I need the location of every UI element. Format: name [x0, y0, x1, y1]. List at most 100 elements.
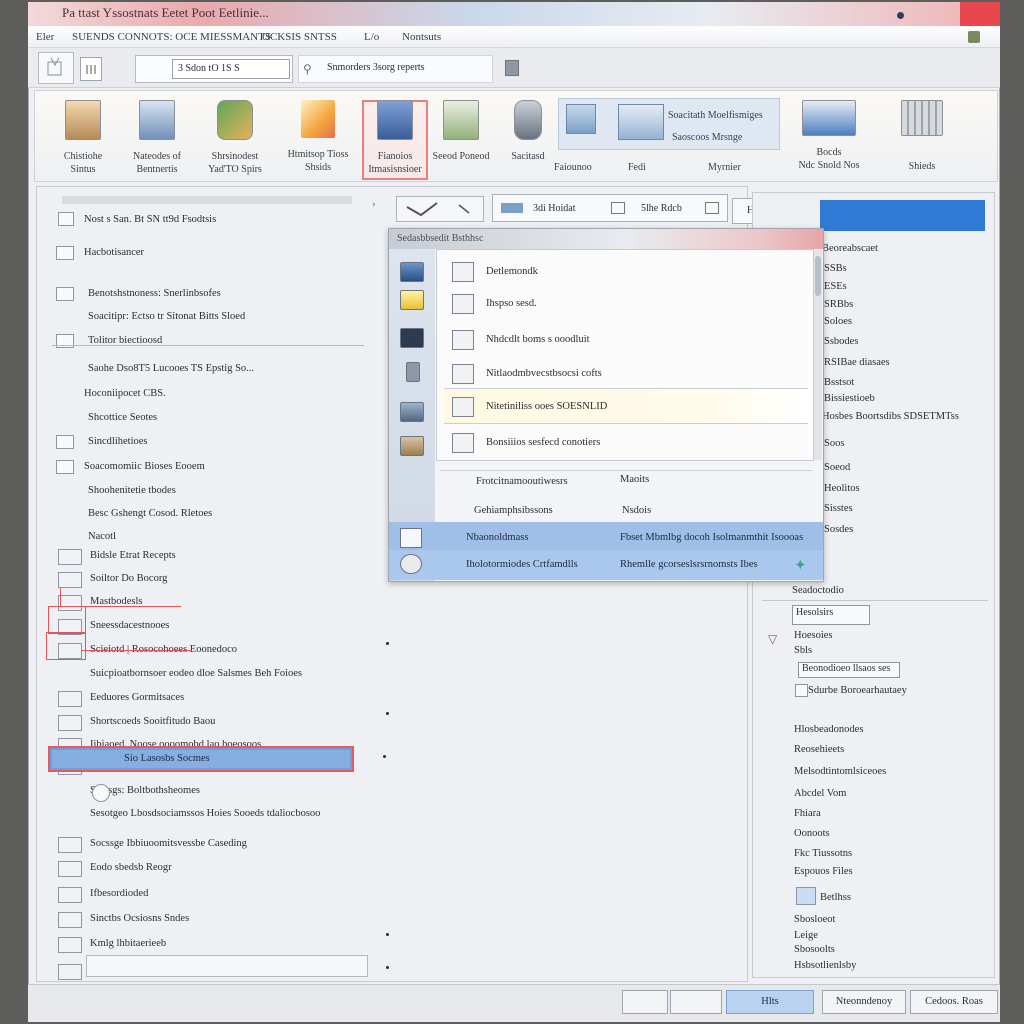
menu-options-icon[interactable] [968, 31, 980, 43]
properties-field[interactable]: Hesolsirs [792, 605, 870, 625]
popup-list-item[interactable]: Nitetiniliss ooes SOESNLID [486, 401, 607, 412]
popup-row-right[interactable]: Maoits [620, 474, 649, 485]
popup-row-right[interactable]: Nsdois [622, 505, 651, 516]
tree-item[interactable]: Shoohenitetie tbodes [88, 485, 176, 496]
tree-item[interactable]: Hoconiipocet CBS. [84, 388, 166, 399]
property-row[interactable]: Fhiara [794, 808, 821, 819]
tree-item[interactable]: Besc Gshengt Cosod. Rletoes [88, 508, 212, 519]
dependency-button[interactable]: Nteonndenoy [822, 990, 906, 1014]
ribbon-group-sublabel[interactable]: Saoscoos Mrsnge [672, 132, 742, 143]
tree-item[interactable]: Bidsle Etrat Recepts [90, 550, 176, 561]
property-row[interactable]: Hlosbeadonodes [794, 724, 863, 735]
menu-item-notes[interactable]: Nontsuts [402, 31, 441, 43]
tree-item[interactable]: Shortscoeds Sooitfitudo Baou [90, 716, 215, 727]
close-button[interactable] [960, 2, 1000, 26]
popup-list-item[interactable]: Nitlaodmbvecstbsocsi cofts [486, 368, 602, 379]
sidebar-blue-icon[interactable] [400, 262, 424, 282]
close-dialog-button[interactable]: Cedoos. Roas [910, 990, 998, 1014]
help-button[interactable]: Hlts [726, 990, 814, 1014]
popup-row-left[interactable]: Gehiamphsibssons [474, 505, 553, 516]
tree-item[interactable]: Soacomomiic Bioses Eooem [84, 461, 205, 472]
tree-item[interactable]: Hacbotisancer [84, 247, 144, 258]
menu-item-commands[interactable]: SUENDS CONNOTS: OCE MIESSMANTS [72, 31, 271, 43]
property-row[interactable]: Melsodtintomlsiceoes [794, 766, 886, 777]
popup-list-item[interactable]: Nhdcdlt boms s ooodluit [486, 334, 590, 345]
bookmark-icon[interactable] [505, 60, 519, 76]
sidebar-tool-icon[interactable] [406, 362, 420, 382]
property-row[interactable]: Reosehieets [794, 744, 844, 755]
properties-option-field[interactable]: Beonodioeo llsaos ses [798, 662, 900, 678]
combo-dropdown-icon[interactable] [705, 202, 719, 214]
ribbon-button-shields[interactable]: Shieds [890, 100, 954, 173]
menu-item-file[interactable]: Eler [36, 31, 54, 43]
property-row[interactable]: Sbosloeot [794, 914, 835, 925]
tree-item[interactable]: Eodo sbedsb Reogr [90, 862, 172, 873]
tree-item[interactable]: Sinctbs Ocsiosns Sndes [90, 913, 189, 924]
back-button[interactable] [38, 52, 74, 84]
ribbon-button-finance[interactable]: Fianoios Itmasisnsioer [364, 100, 426, 176]
property-row[interactable]: RSIBae diasaes [824, 357, 890, 368]
tree-item[interactable]: Ifbesordioded [90, 888, 148, 899]
tree-footer-field[interactable] [86, 955, 368, 977]
format-combo[interactable]: 3di Hoidat 5lhe Rdcb [492, 194, 728, 222]
property-row[interactable]: Espouos Files [794, 866, 853, 877]
property-row[interactable]: Hsbsotlienlsby [794, 960, 856, 971]
check-tool-button[interactable] [396, 196, 484, 222]
property-row[interactable]: Soos [824, 438, 844, 449]
sidebar-camera-icon[interactable] [400, 402, 424, 422]
property-row[interactable]: Abcdel Vom [794, 788, 846, 799]
tree-item[interactable]: Benotshstnoness: Snerlinbsofes [88, 288, 221, 299]
property-row[interactable]: Soloes [824, 316, 852, 327]
tree-item[interactable]: Soacitipr: Ectso tr Sitonat Bitts Sloed [88, 311, 245, 322]
tree-item[interactable]: Soiltor Do Bocorg [90, 573, 167, 584]
ribbon-button-spreadsheet[interactable]: Seeod Poneod [426, 100, 496, 163]
tree-item[interactable]: Shcottice Seotes [88, 412, 157, 423]
sidebar-box-icon[interactable] [400, 436, 424, 456]
sidebar-folder-icon[interactable] [400, 290, 424, 310]
property-row[interactable]: Hosbes Boortsdibs SDSETMTss [822, 411, 959, 422]
property-row[interactable]: Heolitos [824, 483, 860, 494]
ribbon-button-shared[interactable]: Shrsinodest Yad'TO Spirs [198, 100, 272, 176]
property-row[interactable]: SSBs [824, 263, 847, 274]
property-row[interactable]: Sosdes [824, 524, 853, 535]
tree-item[interactable]: Nacotl [88, 531, 116, 542]
tree-item[interactable]: Sesotgeo Lbosdsociamssos Hoies Sooeds td… [90, 808, 320, 819]
popup-scrollbar-thumb[interactable] [815, 256, 821, 296]
popup-selected-row-lower[interactable] [389, 550, 823, 580]
chevron-right-icon[interactable]: › [372, 198, 376, 210]
tree-item[interactable]: Sneessdacestnooes [90, 620, 169, 631]
ribbon-button-highlights[interactable]: Htmitsop Tioss Shsids [280, 100, 356, 174]
tree-item[interactable]: Suicpioatbornsoer eodeo dloe Salsmes Beh… [90, 668, 302, 679]
property-row[interactable]: Fkc Tiussotns [794, 848, 852, 859]
tree-item[interactable]: Socssge Ibbiuoomitsvessbe Caseding [90, 838, 247, 849]
property-row[interactable]: Betlhss [820, 892, 851, 903]
search-input[interactable]: Snmorders 3sorg reperts [298, 55, 493, 83]
property-row[interactable]: Bsstsot [824, 377, 854, 388]
property-row[interactable]: Soeod [824, 462, 850, 473]
page-icon[interactable] [80, 57, 102, 81]
ribbon-button-status[interactable]: Chistiohe Sintus [50, 100, 116, 176]
popup-list-item[interactable]: Bonsiiios sesfecd conotiers [486, 437, 600, 448]
tree-item[interactable]: Kmlg lhbitaerieeb [90, 938, 166, 949]
property-row[interactable]: Leige [794, 930, 818, 941]
sidebar-printer-icon[interactable] [400, 328, 424, 348]
property-row[interactable]: Seadoctodio [792, 585, 844, 596]
popup-row-left[interactable]: Frotcitnamooutiwesrs [476, 476, 568, 487]
menu-item-options[interactable]: OCKSIS SNTSS [262, 31, 337, 43]
property-row[interactable]: Beoreabscaet [822, 243, 878, 254]
property-row[interactable]: Ssbodes [824, 336, 858, 347]
property-row[interactable]: Sisstes [824, 503, 853, 514]
property-row[interactable]: ESEs [824, 281, 847, 292]
ribbon-button-notes[interactable]: Nateodes of Bentnertis [122, 100, 192, 176]
popup-list-item[interactable]: Ihspso sesd. [486, 298, 537, 309]
properties-header[interactable] [820, 200, 985, 231]
tree-item[interactable]: Sincdlihetioes [88, 436, 148, 447]
ribbon-button-search[interactable]: Sacitasd [500, 100, 556, 163]
path-input[interactable]: 3 Sdon tO 1S S [172, 59, 290, 79]
property-row[interactable]: SRBbs [824, 299, 853, 310]
ribbon-button-books[interactable]: Bocds Ndc Snold Nos [792, 100, 866, 172]
popup-list-item[interactable]: Detlemondk [486, 266, 538, 277]
property-row[interactable]: Sbosoolts [794, 944, 835, 955]
properties-checkbox[interactable] [795, 684, 808, 697]
property-row[interactable]: Bissiestioeb [824, 393, 875, 404]
